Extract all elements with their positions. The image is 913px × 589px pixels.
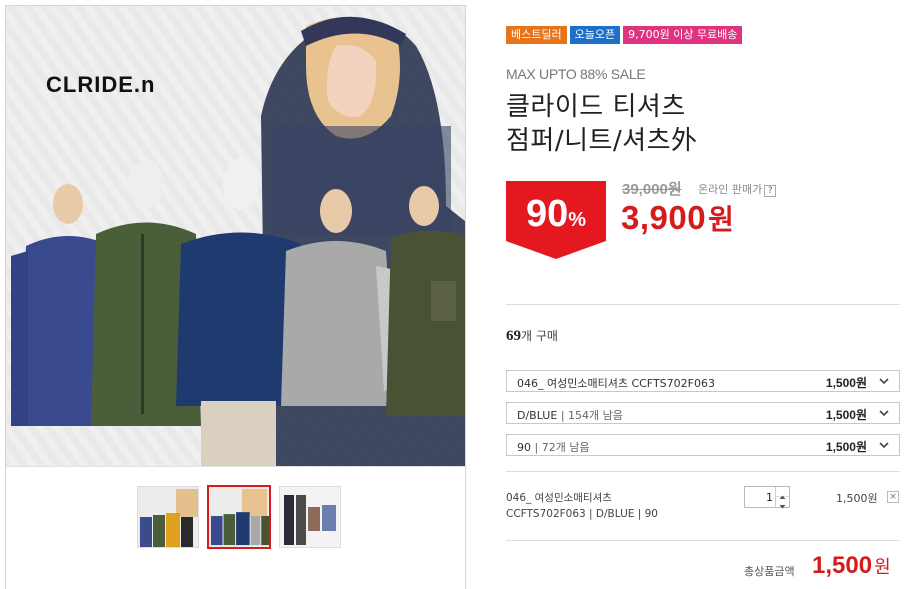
- option-select-color[interactable]: D/BLUE | 154개 남음 1,500원: [506, 402, 900, 424]
- badge-best-dealer: 베스트딜러: [506, 26, 567, 44]
- title-line-2: 점퍼/니트/셔츠外: [506, 126, 698, 156]
- chevron-down-icon: [879, 410, 889, 417]
- remove-item-button[interactable]: ×: [887, 491, 899, 503]
- chevron-down-icon: [879, 378, 889, 385]
- selected-item: 046_ 여성민소매티셔츠 CCFTS702F063 | D/BLUE | 90…: [506, 486, 900, 530]
- purchase-count-suffix: 개 구매: [521, 329, 558, 343]
- title-line-1: 클라이드 티셔츠: [506, 92, 686, 122]
- option-select-product[interactable]: 046_ 여성민소매티셔츠 CCFTS702F063 1,500원: [506, 370, 900, 392]
- product-main-image[interactable]: CLRIDE.n: [6, 6, 465, 466]
- thumbnail-list: [137, 485, 341, 549]
- discount-rate: 90%: [506, 193, 606, 236]
- selected-item-options: CCFTS702F063 | D/BLUE | 90: [506, 508, 658, 520]
- discount-percent: %: [568, 209, 587, 231]
- quantity-decrease-button[interactable]: [776, 497, 789, 509]
- selected-item-name: 046_ 여성민소매티셔츠: [506, 492, 612, 504]
- total-price-number: 1,500: [812, 552, 873, 579]
- option-label: 046_ 여성민소매티셔츠 CCFTS702F063: [517, 375, 715, 391]
- discount-badge: 90%: [506, 181, 606, 259]
- online-price-text: 온라인 판매가: [698, 183, 763, 196]
- total-price: 1,500 원: [812, 552, 891, 580]
- total-label: 총상품금액: [744, 565, 795, 578]
- help-icon[interactable]: ?: [764, 185, 777, 197]
- option-label: 90 | 72개 남음: [517, 439, 590, 455]
- product-title: 클라이드 티셔츠 점퍼/니트/셔츠外: [506, 90, 896, 158]
- option-value: 90: [517, 441, 531, 454]
- quantity-input[interactable]: [745, 487, 775, 507]
- option-label: D/BLUE | 154개 남음: [517, 407, 623, 423]
- sale-price: 3,900원: [621, 198, 734, 238]
- brand-logo: CLRIDE.n: [46, 72, 156, 97]
- product-info: 베스트딜러 오늘오픈 9,700원 이상 무료배송 MAX UPTO 88% S…: [506, 0, 902, 589]
- sale-price-number: 3,900: [621, 199, 707, 236]
- thumbnail-1[interactable]: [137, 486, 199, 548]
- discount-number: 90: [525, 193, 569, 235]
- divider: [506, 304, 900, 305]
- quantity-stepper: [744, 486, 790, 509]
- badge-list: 베스트딜러 오늘오픈 9,700원 이상 무료배송: [506, 26, 743, 44]
- thumbnail-image: [138, 487, 198, 547]
- option-value: 046_ 여성민소매티셔츠 CCFTS702F063: [517, 377, 715, 390]
- divider: [6, 466, 465, 467]
- option-price: 1,500원: [825, 440, 867, 454]
- option-value: D/BLUE: [517, 409, 558, 422]
- thumbnail-image: [280, 487, 340, 547]
- selected-item-price: 1,500원: [836, 492, 878, 505]
- badge-today-open: 오늘오픈: [569, 26, 621, 44]
- original-price: 39,000원: [622, 181, 682, 198]
- sale-price-unit: 원: [708, 204, 735, 235]
- option-select-size[interactable]: 90 | 72개 남음 1,500원: [506, 434, 900, 456]
- divider: [506, 471, 900, 472]
- quantity-increase-button[interactable]: [776, 487, 789, 499]
- online-price-label: 온라인 판매가?: [698, 181, 777, 197]
- purchase-count-number: 69: [506, 328, 521, 344]
- divider: [506, 540, 900, 541]
- option-price: 1,500원: [825, 408, 867, 422]
- option-stock: | 154개 남음: [560, 409, 623, 422]
- option-price: 1,500원: [825, 376, 867, 390]
- badge-free-shipping: 9,700원 이상 무료배송: [623, 26, 743, 44]
- option-stock: | 72개 남음: [534, 441, 590, 454]
- thumbnail-3[interactable]: [279, 486, 341, 548]
- product-gallery: CLRIDE.n: [5, 5, 466, 589]
- total-price-unit: 원: [874, 557, 891, 577]
- caret-down-icon: [779, 505, 786, 509]
- thumbnail-image: [209, 487, 269, 547]
- quantity-arrows: [775, 487, 789, 509]
- chevron-down-icon: [879, 442, 889, 449]
- sale-text: MAX UPTO 88% SALE: [506, 66, 646, 82]
- thumbnail-2[interactable]: [207, 485, 271, 549]
- purchase-count: 69개 구매: [506, 327, 558, 345]
